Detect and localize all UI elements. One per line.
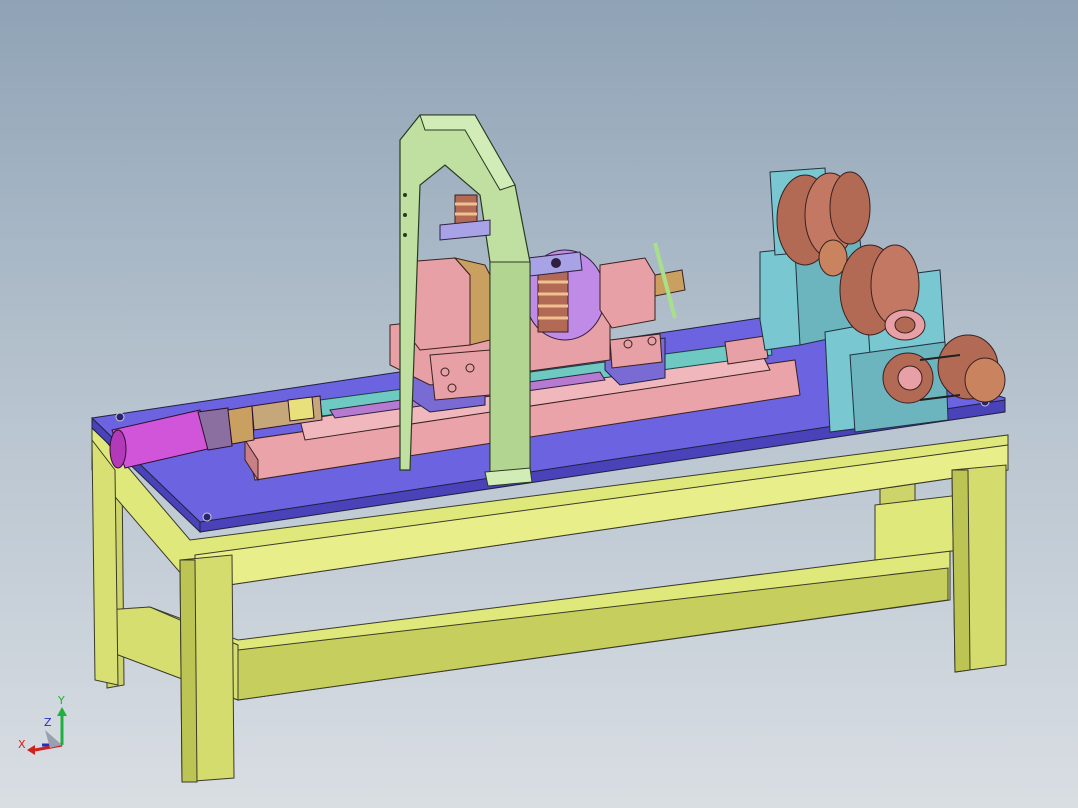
triad-y-label: Y: [57, 694, 65, 707]
y-arrow-icon: [57, 707, 67, 716]
triad-x-label: X: [18, 738, 26, 751]
model-view[interactable]: Y Z X: [0, 0, 1078, 808]
coordinate-triad: Y Z X: [18, 694, 67, 755]
triad-z-label: Z: [44, 716, 52, 729]
x-arrow-icon: [27, 745, 35, 755]
cad-viewport[interactable]: Y Z X: [0, 0, 1078, 808]
